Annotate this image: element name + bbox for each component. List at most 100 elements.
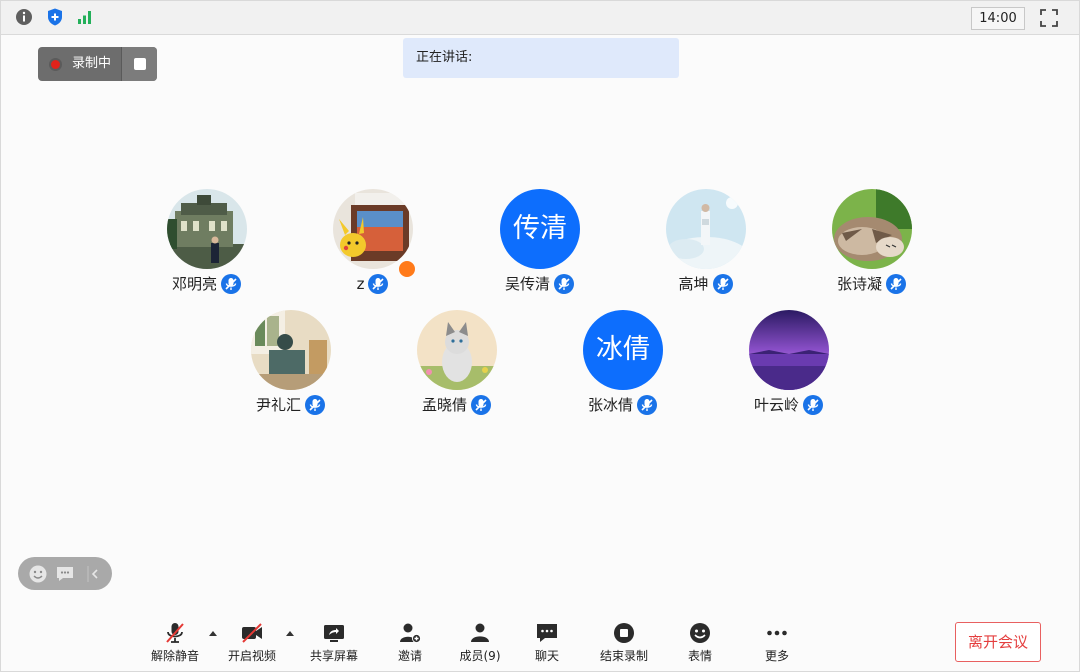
share-screen-icon: [324, 625, 344, 642]
avatar-photo-building: [167, 189, 247, 269]
participant-name: 高坤: [678, 274, 709, 293]
fullscreen-icon[interactable]: [1039, 8, 1059, 28]
avatar: [167, 189, 247, 269]
participant-tile[interactable]: 张诗凝: [802, 189, 942, 301]
start-video-button[interactable]: 开启视频: [217, 619, 287, 669]
meeting-timer: 14:00: [971, 7, 1025, 30]
emoji-label: 表情: [687, 649, 712, 663]
recording-indicator: 录制中: [38, 47, 157, 81]
unmute-button[interactable]: 解除静音: [140, 619, 210, 669]
more-label: 更多: [764, 649, 789, 663]
speaking-banner: 正在讲话:: [403, 38, 679, 78]
reaction-bar: [18, 557, 112, 590]
emoji-button[interactable]: 表情: [665, 619, 735, 669]
more-button[interactable]: 更多: [742, 619, 812, 669]
avatar: [832, 189, 912, 269]
mic-muted-icon: [471, 394, 491, 415]
participant-name-line: 尹礼汇: [221, 392, 361, 416]
end-recording-button[interactable]: 结束录制: [589, 619, 659, 669]
avatar-initials: 传清: [500, 189, 580, 269]
participant-name-line: z: [303, 271, 443, 295]
avatar: [417, 310, 497, 390]
mic-off-icon: [166, 623, 184, 643]
more-icon: [767, 630, 787, 636]
participant-name-line: 高坤: [636, 271, 776, 295]
participant-name-line: 孟晓倩: [387, 392, 527, 416]
stop-recording-icon: [614, 623, 634, 643]
end-recording-label: 结束录制: [599, 649, 648, 663]
participant-name-line: 吴传清: [470, 271, 610, 295]
recording-status: 录制中: [38, 47, 121, 81]
chat-button[interactable]: 聊天: [512, 619, 582, 669]
meeting-window: 14:00 录制中 正在讲话: 邓明亮 z 传清 吴传清 高坤 张诗凝 尹礼汇 …: [0, 0, 1080, 672]
participant-tile[interactable]: 冰倩 张冰倩: [553, 310, 693, 422]
avatar-initials: 冰倩: [583, 310, 663, 390]
stop-recording-button[interactable]: [121, 47, 157, 81]
invite-label: 邀请: [397, 649, 422, 663]
smile-icon[interactable]: [28, 564, 48, 584]
participant-tile[interactable]: 邓明亮: [137, 189, 277, 301]
participant-tile[interactable]: 尹礼汇: [221, 310, 361, 422]
share-screen-button[interactable]: 共享屏幕: [299, 619, 369, 669]
participant-tile[interactable]: 高坤: [636, 189, 776, 301]
stop-icon: [134, 58, 146, 70]
avatar: [251, 310, 331, 390]
participant-name: 吴传清: [504, 274, 550, 293]
avatar: [333, 189, 413, 269]
participant-name-line: 邓明亮: [137, 271, 277, 295]
participant-tile[interactable]: z: [303, 189, 443, 301]
participant-name: 叶云岭: [753, 395, 799, 414]
leave-meeting-button[interactable]: 离开会议: [955, 622, 1041, 662]
members-icon: [471, 623, 489, 642]
chevron-left-icon[interactable]: [84, 564, 104, 584]
participant-name: 张冰倩: [587, 395, 633, 414]
participant-name: 张诗凝: [836, 274, 882, 293]
participant-tile[interactable]: 叶云岭: [719, 310, 859, 422]
mic-muted-icon: [803, 394, 823, 415]
avatar-photo-purple: [749, 310, 829, 390]
share-screen-label: 共享屏幕: [309, 649, 358, 663]
mic-muted-icon: [554, 273, 574, 294]
participant-name-line: 张冰倩: [553, 392, 693, 416]
avatar-photo-kitten: [417, 310, 497, 390]
video-off-icon: [242, 623, 262, 643]
avatar: [666, 189, 746, 269]
mic-muted-icon: [886, 273, 906, 294]
participant-name: 孟晓倩: [421, 395, 467, 414]
signal-icon[interactable]: [75, 7, 95, 27]
mic-muted-icon: [637, 394, 657, 415]
chat-icon: [537, 624, 557, 642]
participant-name-line: 张诗凝: [802, 271, 942, 295]
members-button[interactable]: 成员(9): [445, 619, 515, 669]
participant-tile[interactable]: 传清 吴传清: [470, 189, 610, 301]
unmute-label: 解除静音: [150, 649, 199, 663]
mic-muted-icon: [368, 273, 389, 294]
shield-icon[interactable]: [45, 7, 65, 27]
recording-label: 录制中: [72, 56, 112, 71]
avatar-photo-pikachu: [333, 189, 413, 269]
message-icon[interactable]: [55, 564, 75, 584]
participant-name-line: 叶云岭: [719, 392, 859, 416]
avatar: [749, 310, 829, 390]
avatar-photo-cat: [832, 189, 912, 269]
info-icon[interactable]: [14, 7, 34, 27]
invite-button[interactable]: 邀请: [375, 619, 445, 669]
video-options-caret-icon[interactable]: [285, 629, 295, 637]
mic-muted-icon: [221, 273, 241, 294]
members-label: 成员(9): [459, 649, 501, 663]
start-video-label: 开启视频: [227, 649, 276, 663]
avatar-photo-snow: [666, 189, 746, 269]
emoji-icon: [690, 623, 710, 643]
participant-tile[interactable]: 孟晓倩: [387, 310, 527, 422]
recording-dot-icon: [51, 60, 60, 69]
speaking-label: 正在讲话:: [416, 50, 473, 65]
participant-name: z: [356, 274, 365, 293]
participant-name: 尹礼汇: [255, 395, 301, 414]
mic-muted-icon: [712, 273, 733, 294]
participant-name: 邓明亮: [171, 274, 217, 293]
avatar-photo-room: [251, 310, 331, 390]
chat-label: 聊天: [534, 649, 559, 663]
add-user-icon: [400, 623, 421, 643]
mic-muted-icon: [305, 394, 325, 415]
top-bar: 14:00: [1, 1, 1079, 35]
